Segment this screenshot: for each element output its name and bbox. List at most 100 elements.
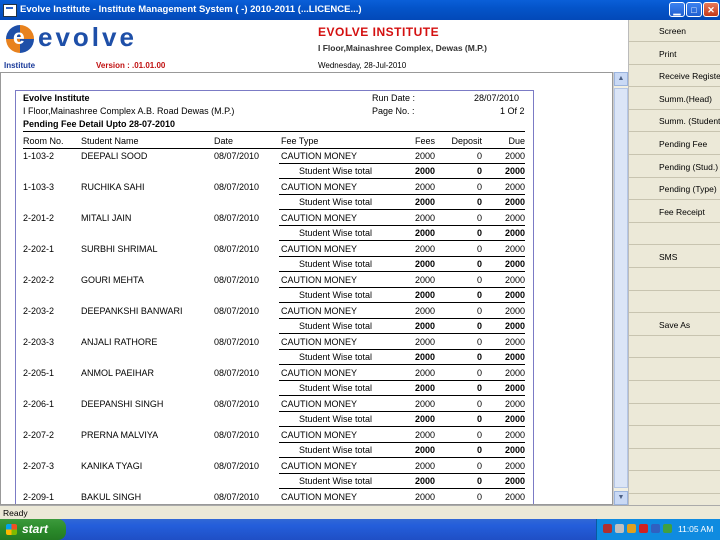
scroll-up-button[interactable]: ▲ [614,72,628,86]
col-fees: Fees [414,136,435,146]
panel-button-fee-receipt[interactable]: Fee Receipt [629,201,720,223]
cell-date: 08/07/2010 [214,430,260,440]
panel-button-pending-type[interactable]: Pending (Type) [629,178,720,201]
cell-fee-type: CAUTION MONEY [281,213,358,223]
subtotal-due: 2000 [504,321,525,331]
cell-fees: 2000 [414,182,435,192]
subtotal-due: 2000 [504,228,525,238]
cell-deposit: 0 [476,182,482,192]
panel-button-label: Pending (Stud.) [659,161,719,172]
subtotal-due: 2000 [504,352,525,362]
subtotal-label: Student Wise total [299,414,373,424]
panel-button-save-as[interactable]: Save As [629,314,720,336]
row-rule [279,349,525,350]
cell-room: 2-205-1 [23,368,55,378]
subtotal-rule [279,395,525,396]
panel-button-blank-15[interactable] [629,359,720,381]
panel-button-label: Fee Receipt [659,206,705,217]
subtotal-due: 2000 [504,166,525,176]
antivirus-icon[interactable] [639,524,648,533]
scroll-thumb[interactable] [614,88,628,488]
minimize-button[interactable]: ▁ [669,2,685,17]
panel-button-blank-9[interactable] [629,223,720,246]
subtotal-fees: 2000 [414,259,435,269]
panel-button-summ-head[interactable]: Summ.(Head) [629,88,720,110]
panel-button-sms[interactable]: SMS [629,246,720,268]
subtotal-due: 2000 [504,197,525,207]
subtotal-label: Student Wise total [299,476,373,486]
cell-date: 08/07/2010 [214,337,260,347]
cell-fee-type: CAUTION MONEY [281,492,358,502]
subtotal-deposit: 0 [476,290,482,300]
status-text: Ready [3,508,28,518]
cell-fees: 2000 [414,213,435,223]
cell-deposit: 0 [476,430,482,440]
security-icon[interactable] [627,524,636,533]
windows-flag-icon [6,524,17,535]
language-icon[interactable] [651,524,660,533]
subtotal-label: Student Wise total [299,228,373,238]
evolve-logo: evolve [4,22,137,56]
maximize-button[interactable]: □ [686,2,702,17]
cell-due: 2000 [504,213,525,223]
volume-icon[interactable] [615,524,624,533]
close-button[interactable]: ✕ [703,2,719,17]
cell-due: 2000 [504,368,525,378]
panel-button-blank-16[interactable] [629,382,720,404]
panel-button-blank-19[interactable] [629,449,720,472]
cell-date: 08/07/2010 [214,306,260,316]
cell-deposit: 0 [476,399,482,409]
network-icon[interactable] [603,524,612,533]
cell-name: DEEPANKSHI BANWARI [81,306,183,316]
col-room: Room No. [23,136,64,146]
cell-room: 1-103-2 [23,151,55,161]
subtotal-due: 2000 [504,414,525,424]
cell-date: 08/07/2010 [214,399,260,409]
subtotal-deposit: 0 [476,321,482,331]
cell-fee-type: CAUTION MONEY [281,337,358,347]
institute-name: EVOLVE INSTITUTE [318,25,440,39]
start-button[interactable]: start [0,519,66,540]
panel-button-screen[interactable]: Screen [629,20,720,42]
logo-text: evolve [38,22,137,52]
row-rule [279,287,525,288]
panel-button-blank-14[interactable] [629,336,720,359]
subtotal-rule [279,302,525,303]
panel-button-blank-17[interactable] [629,404,720,427]
cell-fees: 2000 [414,399,435,409]
panel-button-summ-student[interactable]: Summ. (Student) [629,110,720,133]
cell-fee-type: CAUTION MONEY [281,399,358,409]
subtotal-due: 2000 [504,476,525,486]
cell-deposit: 0 [476,275,482,285]
cell-date: 08/07/2010 [214,151,260,161]
subtotal-fees: 2000 [414,321,435,331]
panel-button-print[interactable]: Print [629,43,720,65]
subtotal-due: 2000 [504,445,525,455]
page-no-label: Page No. : [372,106,415,116]
device-icon[interactable] [663,524,672,533]
panel-button-blank-11[interactable] [629,269,720,291]
panel-button-pending-fee[interactable]: Pending Fee [629,133,720,155]
subtotal-deposit: 0 [476,352,482,362]
report-page: Evolve Institute I Floor,Mainashree Comp… [15,90,534,504]
subtotal-rule [279,426,525,427]
vertical-scrollbar[interactable]: ▲ ▼ [613,72,628,505]
cell-name: ANMOL PAEIHAR [81,368,155,378]
subtotal-fees: 2000 [414,290,435,300]
subtotal-fees: 2000 [414,414,435,424]
panel-button-pending-stud[interactable]: Pending (Stud.) [629,156,720,178]
panel-button-blank-12[interactable] [629,291,720,314]
panel-button-blank-18[interactable] [629,427,720,449]
panel-button-blank-20[interactable] [629,472,720,494]
panel-button-label: Save As [659,319,691,330]
run-date-label: Run Date : [372,93,416,103]
scroll-down-button[interactable]: ▼ [614,491,628,505]
cell-name: DEEPANSHI SINGH [81,399,164,409]
panel-button-receive-register[interactable]: Receive Register [629,65,720,88]
subtotal-deposit: 0 [476,166,482,176]
cell-fees: 2000 [414,368,435,378]
subtotal-rule [279,364,525,365]
panel-button-label: Summ.(Head) [659,93,712,104]
report-viewer[interactable]: Evolve Institute I Floor,Mainashree Comp… [0,72,613,505]
row-rule [279,318,525,319]
